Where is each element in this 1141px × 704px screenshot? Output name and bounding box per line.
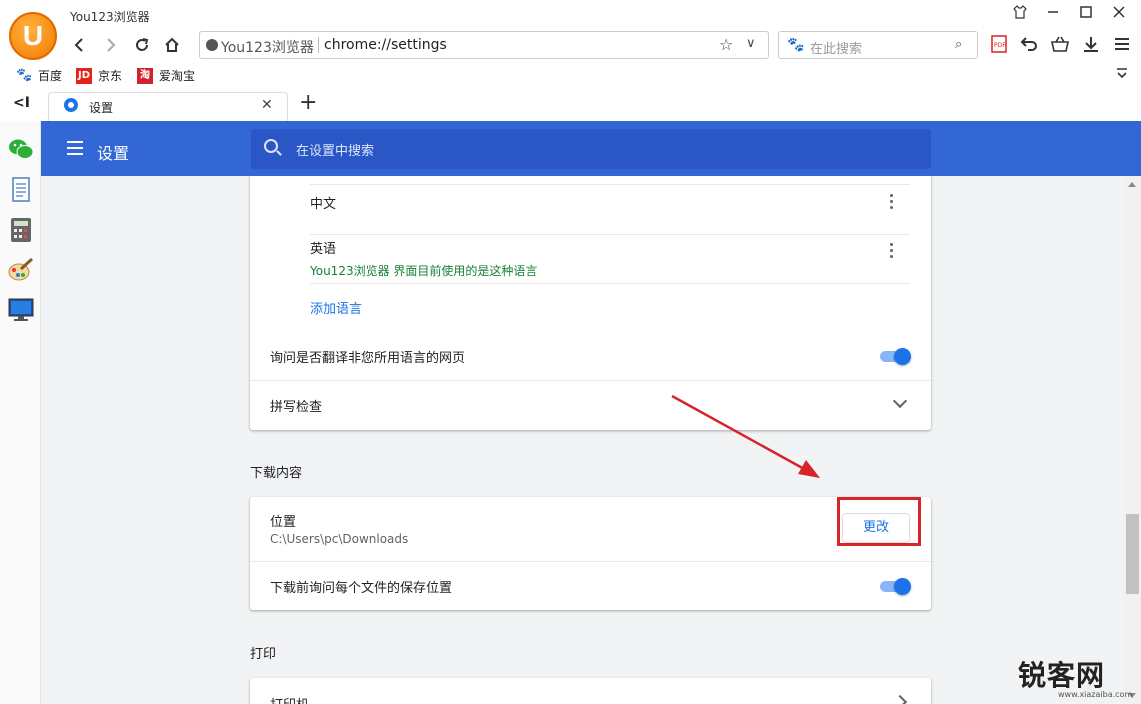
address-url[interactable]: chrome://settings (324, 37, 447, 53)
settings-search-placeholder: 在设置中搜索 (296, 144, 375, 159)
reload-button[interactable] (130, 34, 154, 56)
bookmark-star-icon[interactable]: ☆ (719, 35, 733, 54)
address-bar[interactable]: You123浏览器 chrome://settings ☆ ∨ (199, 31, 769, 59)
paint-icon[interactable] (7, 257, 35, 283)
app-sidebar (0, 121, 41, 704)
bookmarks-bar: 🐾 百度 JD 京东 淘 爱淘宝 (0, 62, 1141, 88)
bookmark-taobao[interactable]: 淘 爱淘宝 (137, 67, 195, 84)
address-dropdown-icon[interactable]: ∨ (746, 36, 756, 51)
settings-content: 中文 英语 You123浏览器 界面目前使用的是这种语言 添加语言 询问是否翻译… (41, 176, 1124, 704)
search-icon[interactable]: ⌕ (955, 37, 962, 52)
new-tab-button[interactable]: + (299, 92, 317, 114)
notes-icon[interactable] (7, 177, 35, 203)
chevron-right-icon[interactable] (892, 694, 908, 704)
maximize-icon[interactable] (1076, 4, 1096, 22)
more-vert-icon[interactable] (890, 243, 894, 259)
scrollbar[interactable] (1124, 176, 1141, 704)
wechat-icon[interactable] (7, 137, 35, 163)
highlight-box (837, 497, 921, 546)
settings-search-input[interactable]: 在设置中搜索 (251, 129, 931, 169)
translate-toggle[interactable] (878, 348, 911, 365)
bookmark-label: 京东 (98, 69, 123, 83)
close-tab-icon[interactable]: ✕ (261, 97, 273, 113)
settings-menu-icon[interactable] (67, 141, 83, 155)
print-card: 打印机 (250, 678, 931, 704)
undo-close-icon[interactable] (1018, 34, 1040, 56)
baidu-paw-icon: 🐾 (787, 37, 805, 53)
divider (250, 380, 931, 381)
window-title: You123浏览器 (70, 10, 150, 24)
search-icon (264, 139, 278, 153)
ask-location-label: 下载前询问每个文件的保存位置 (270, 581, 453, 596)
bookmarks-expand-icon[interactable] (1115, 66, 1129, 84)
sidebar-collapse-icon[interactable]: <I (13, 95, 30, 111)
divider (310, 283, 910, 284)
tab-strip: <I 设置 ✕ + (0, 88, 1141, 121)
downloads-section-title: 下载内容 (250, 466, 303, 481)
chevron-down-icon[interactable] (892, 393, 908, 409)
site-info-icon[interactable] (206, 39, 218, 51)
printer-label[interactable]: 打印机 (270, 694, 309, 704)
title-bar: U You123浏览器 You123浏览器 chrome://settings … (0, 0, 1141, 62)
top-search-box[interactable]: 🐾 在此搜索 ⌕ (778, 31, 978, 59)
browser-logo: U (9, 12, 57, 60)
address-site-name: You123浏览器 (221, 40, 314, 56)
spellcheck-label[interactable]: 拼写检查 (270, 396, 322, 415)
scroll-up-icon[interactable] (1128, 182, 1136, 187)
tab-settings[interactable]: 设置 ✕ (48, 92, 288, 121)
language-name: 中文 (310, 197, 337, 212)
divider (310, 234, 910, 235)
skin-shirt-icon[interactable] (1010, 4, 1030, 22)
downloads-card: 位置 C:\Users\pc\Downloads 更改 下载前询问每个文件的保存… (250, 497, 931, 610)
location-label: 位置 (270, 515, 297, 530)
address-separator (318, 37, 319, 53)
back-arrow-icon (74, 38, 83, 52)
divider (250, 561, 931, 562)
gear-icon (64, 98, 78, 112)
minimize-icon[interactable] (1043, 4, 1063, 22)
print-section-title: 打印 (250, 647, 277, 662)
scroll-thumb[interactable] (1126, 514, 1139, 594)
home-icon (165, 37, 179, 52)
menu-icon[interactable] (1111, 34, 1133, 56)
home-button[interactable] (160, 34, 184, 56)
location-path: C:\Users\pc\Downloads (270, 532, 409, 546)
watermark: 锐客网 www.xiazaiba.com (1010, 644, 1138, 700)
back-button[interactable] (68, 34, 92, 56)
forward-arrow-icon (107, 38, 116, 52)
add-language-link[interactable]: 添加语言 (310, 298, 362, 317)
divider (310, 184, 910, 185)
ask-location-toggle[interactable] (878, 578, 911, 595)
bookmark-baidu[interactable]: 🐾 百度 (16, 67, 62, 84)
taobao-icon: 淘 (137, 67, 153, 84)
more-vert-icon[interactable] (890, 194, 894, 210)
watermark-text: 锐客网 (1018, 659, 1106, 692)
forward-button[interactable] (98, 34, 122, 56)
reload-icon (136, 38, 149, 51)
bookmark-label: 爱淘宝 (159, 69, 196, 83)
watermark-sub: www.xiazaiba.com (1058, 690, 1133, 699)
settings-title: 设置 (97, 144, 130, 163)
monitor-icon[interactable] (7, 297, 35, 323)
basket-icon[interactable] (1049, 34, 1071, 56)
download-icon[interactable] (1080, 34, 1102, 56)
tab-label: 设置 (89, 101, 114, 115)
bookmark-label: 百度 (38, 69, 63, 83)
settings-header: 设置 在设置中搜索 (41, 121, 1141, 176)
close-window-icon[interactable] (1109, 4, 1129, 22)
bookmark-jd[interactable]: JD 京东 (76, 67, 122, 84)
baidu-paw-icon: 🐾 (16, 67, 33, 83)
calculator-icon[interactable] (7, 217, 35, 243)
top-search-placeholder: 在此搜索 (810, 42, 863, 57)
translate-prompt-label: 询问是否翻译非您所用语言的网页 (270, 351, 466, 366)
language-ui-note: You123浏览器 界面目前使用的是这种语言 (310, 264, 538, 278)
jd-icon: JD (76, 67, 92, 84)
svg-text:PDF: PDF (994, 42, 1006, 49)
annotation-arrow (671, 394, 820, 478)
pdf-icon[interactable]: PDF (988, 34, 1010, 56)
language-name: 英语 (310, 242, 337, 257)
